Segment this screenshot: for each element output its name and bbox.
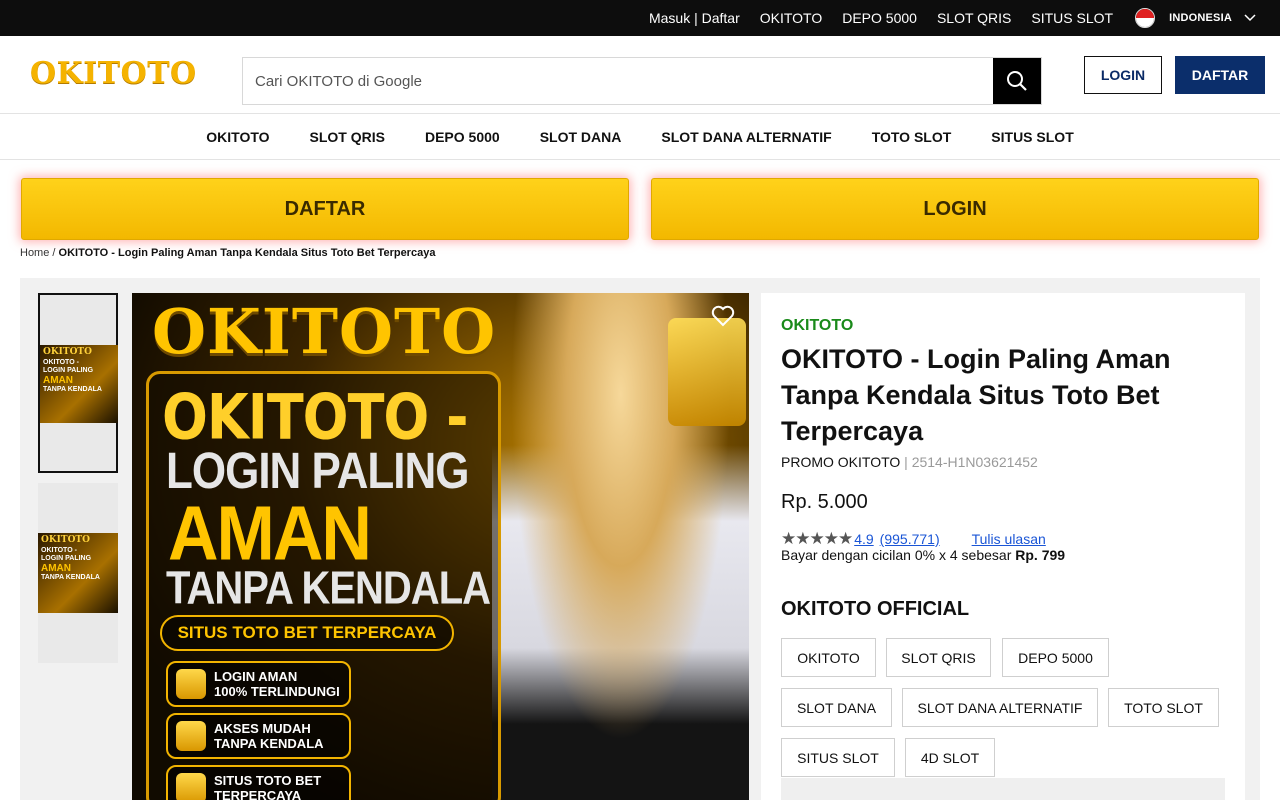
top-link-situs-slot[interactable]: SITUS SLOT (1031, 10, 1113, 26)
star-rating-icon: ★★★★★ (781, 529, 853, 548)
tag-slot-dana-alternatif[interactable]: SLOT DANA ALTERNATIF (902, 688, 1098, 727)
nav-item-slot-dana-alternatif[interactable]: SLOT DANA ALTERNATIF (661, 129, 831, 145)
breadcrumb-current: OKITOTO - Login Paling Aman Tanpa Kendal… (58, 247, 436, 259)
nav-item-okitoto[interactable]: OKITOTO (206, 129, 269, 145)
tag-okitoto[interactable]: OKITOTO (781, 638, 876, 677)
trophy-icon (176, 773, 206, 800)
search-button[interactable] (993, 58, 1041, 104)
main-nav: OKITOTO SLOT QRIS DEPO 5000 SLOT DANA SL… (0, 114, 1280, 160)
thumbnail-line: OKITOTO - (41, 547, 77, 554)
thumbnail-line: TANPA KENDALA (41, 574, 100, 581)
tag-toto-slot[interactable]: TOTO SLOT (1108, 688, 1219, 727)
review-count-link[interactable]: (995.771) (880, 531, 940, 547)
tag-slot-qris[interactable]: SLOT QRIS (886, 638, 991, 677)
site-logo[interactable]: OKITOTO (30, 56, 197, 91)
rating-value-link[interactable]: 4.9 (854, 531, 873, 547)
heart-icon[interactable] (710, 305, 736, 331)
hero-brand: OKITOTO (152, 295, 497, 368)
product-title: OKITOTO - Login Paling Aman Tanpa Kendal… (781, 344, 1171, 446)
product-rating: ★★★★★ 4.9 (995.771) Tulis ulasan (781, 529, 1046, 549)
thumbnail-logo-text: OKITOTO (41, 535, 90, 545)
top-link-slot-qris[interactable]: SLOT QRIS (937, 10, 1011, 26)
language-selector[interactable]: INDONESIA (1169, 12, 1232, 24)
search-input[interactable] (243, 58, 993, 104)
thumbnail-image: OKITOTO OKITOTO - LOGIN PALING AMAN TANP… (40, 345, 118, 423)
nav-item-situs-slot[interactable]: SITUS SLOT (991, 129, 1073, 145)
thumbnail-line: TANPA KENDALA (43, 386, 102, 393)
sku-separator: | (904, 454, 908, 470)
site-header: OKITOTO LOGIN DAFTAR (0, 36, 1280, 114)
breadcrumb-home[interactable]: Home (20, 247, 49, 259)
hero-tagline-pill: SITUS TOTO BET TERPERCAYA (160, 615, 454, 651)
installment-amount: Rp. 799 (1015, 547, 1066, 563)
nav-item-slot-dana[interactable]: SLOT DANA (540, 129, 622, 145)
product-main-image[interactable]: OKITOTO OKITOTO - LOGIN PALING AMAN TANP… (132, 293, 749, 800)
padlock-icon (668, 318, 746, 426)
nav-item-depo-5000[interactable]: DEPO 5000 (425, 129, 500, 145)
top-link-depo-5000[interactable]: DEPO 5000 (842, 10, 917, 26)
lightning-icon (176, 721, 206, 751)
top-bar: Masuk | Daftar OKITOTO DEPO 5000 SLOT QR… (0, 0, 1280, 36)
search-bar (242, 57, 1042, 105)
tag-situs-slot[interactable]: SITUS SLOT (781, 738, 895, 777)
masuk-daftar-link[interactable]: Masuk | Daftar (649, 10, 740, 26)
hero-feature-1: LOGIN AMAN 100% TERLINDUNGI (166, 661, 351, 707)
nav-item-toto-slot[interactable]: TOTO SLOT (872, 129, 952, 145)
chevron-down-icon[interactable] (1244, 11, 1256, 25)
write-review-link[interactable]: Tulis ulasan (972, 531, 1046, 547)
thumbnail-line: LOGIN PALING (41, 555, 92, 562)
hero-feature-2: AKSES MUDAH TANPA KENDALA (166, 713, 351, 759)
hero-feature-3: SITUS TOTO BET TERPERCAYA (166, 765, 351, 800)
search-icon (1007, 71, 1027, 91)
login-cta-button[interactable]: LOGIN (651, 178, 1259, 240)
daftar-cta-button[interactable]: DAFTAR (21, 178, 629, 240)
product-info-card: OKITOTO OKITOTO - Login Paling Aman Tanp… (761, 293, 1245, 800)
tag-depo-5000[interactable]: DEPO 5000 (1002, 638, 1109, 677)
thumbnail-logo-text: OKITOTO (43, 347, 92, 357)
tag-4d-slot[interactable]: 4D SLOT (905, 738, 995, 777)
hero-feature-text: LOGIN AMAN 100% TERLINDUNGI (214, 669, 340, 699)
header-daftar-button[interactable]: DAFTAR (1175, 56, 1265, 94)
header-login-button[interactable]: LOGIN (1084, 56, 1162, 94)
thumbnail-line: AMAN (43, 375, 73, 386)
product-seller: PROMO OKITOTO | 2514-H1N03621452 (781, 454, 1038, 470)
official-heading: OKITOTO OFFICIAL (781, 598, 970, 620)
tag-slot-dana[interactable]: SLOT DANA (781, 688, 892, 727)
product-brand[interactable]: OKITOTO (781, 317, 853, 335)
hero-feature-text: AKSES MUDAH TANPA KENDALA (214, 721, 324, 751)
breadcrumb-separator: / (52, 247, 56, 259)
nav-item-slot-qris[interactable]: SLOT QRIS (310, 129, 385, 145)
installment-info: Bayar dengan cicilan 0% x 4 sebesar Rp. … (781, 547, 1065, 563)
indonesia-flag-icon[interactable] (1135, 8, 1156, 28)
product-thumbnail-2[interactable]: OKITOTO OKITOTO - LOGIN PALING AMAN TANP… (38, 483, 118, 663)
product-price: Rp. 5.000 (781, 491, 868, 513)
breadcrumb: Home / OKITOTO - Login Paling Aman Tanpa… (20, 247, 435, 259)
shield-icon (176, 669, 206, 699)
installment-text: Bayar dengan cicilan 0% x 4 sebesar (781, 547, 1012, 563)
top-link-okitoto[interactable]: OKITOTO (760, 10, 823, 26)
thumbnail-image: OKITOTO OKITOTO - LOGIN PALING AMAN TANP… (38, 533, 118, 613)
promo-strip (781, 778, 1225, 800)
hero-feature-text: SITUS TOTO BET TERPERCAYA (214, 773, 322, 800)
hero-line-4: TANPA KENDALA (166, 563, 491, 614)
thumbnail-line: OKITOTO - (43, 359, 79, 366)
thumbnail-line: AMAN (41, 563, 71, 574)
product-thumbnail-1[interactable]: OKITOTO OKITOTO - LOGIN PALING AMAN TANP… (38, 293, 118, 473)
thumbnail-line: LOGIN PALING (43, 367, 94, 374)
seller-name[interactable]: PROMO OKITOTO (781, 454, 900, 470)
product-sku: 2514-H1N03621452 (911, 454, 1038, 470)
